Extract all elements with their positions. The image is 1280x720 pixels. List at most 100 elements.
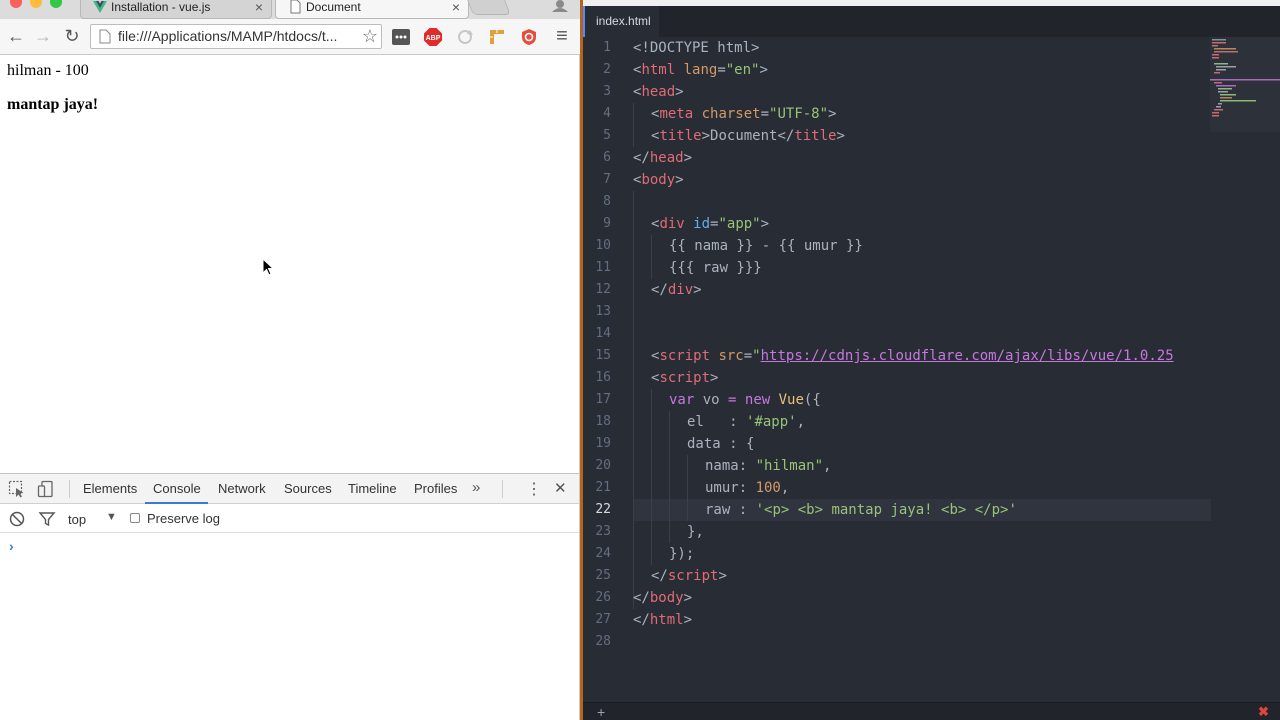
code-line: }, — [687, 521, 704, 543]
number-token: 100 — [755, 480, 781, 496]
text-token: Document — [710, 128, 778, 144]
code-line: </div> — [651, 279, 702, 301]
indent-guide — [651, 235, 652, 279]
code-line: }); — [669, 543, 694, 565]
punct-token: : — [730, 502, 756, 518]
code-area[interactable]: <!DOCTYPE html> <html lang="en"> <head> … — [633, 37, 1211, 702]
tab-sources[interactable]: Sources — [284, 481, 332, 496]
string-token: "app" — [718, 216, 761, 232]
close-tab-icon[interactable]: × — [255, 0, 263, 14]
tag-token: head — [649, 150, 684, 166]
tag-token: meta — [659, 106, 694, 122]
string-token: "en" — [725, 62, 760, 78]
sync-extension-icon[interactable] — [456, 28, 474, 46]
punct-token: </ — [633, 590, 650, 606]
new-tab-button[interactable] — [467, 0, 511, 15]
indent-guide — [633, 191, 634, 609]
tab-installation-vuejs[interactable]: Installation - vue.js × — [80, 0, 272, 19]
devtools-tab-bar: Elements Console Network Sources Timelin… — [0, 474, 579, 504]
line-number: 18 — [595, 414, 611, 429]
code-line: <div id="app"> — [651, 213, 769, 235]
code-line: {{{ raw }}} — [669, 257, 762, 279]
identifier-token: vo — [694, 392, 729, 408]
line-number: 26 — [595, 590, 611, 605]
browser-menu-icon[interactable]: ≡ — [552, 26, 572, 46]
more-tabs-icon[interactable]: » — [472, 479, 480, 496]
error-icon[interactable]: ✖ — [1258, 703, 1269, 720]
tab-console[interactable]: Console — [153, 481, 201, 496]
console-input[interactable]: › — [9, 538, 14, 554]
url-text[interactable]: file:///Applications/MAMP/htdocs/t... — [118, 25, 354, 48]
extension-more-icon[interactable] — [392, 28, 410, 46]
execution-context-select[interactable]: top — [68, 512, 86, 527]
preserve-log-checkbox[interactable] — [130, 513, 140, 523]
code-line: <script src="https://cdnjs.cloudflare.co… — [651, 345, 1174, 367]
address-bar[interactable]: file:///Applications/MAMP/htdocs/t... ☆ — [90, 24, 382, 49]
adblock-plus-icon[interactable]: ABP — [424, 28, 442, 46]
mouse-cursor-icon — [262, 258, 274, 276]
indent-guide — [651, 389, 652, 565]
tab-document[interactable]: Document × — [275, 0, 469, 19]
tab-strip: Installation - vue.js × Document × — [0, 0, 580, 19]
forward-button[interactable]: → — [33, 26, 53, 46]
attr-token: src — [710, 348, 744, 364]
bookmark-star-icon[interactable]: ☆ — [362, 26, 378, 46]
code-editor: index.html 1 2 3 4 5 6 7 8 9 10 11 12 13… — [580, 0, 1280, 720]
tab-title: Document — [306, 0, 361, 14]
browser-toolbar: ← → ↻ file:///Applications/MAMP/htdocs/t… — [0, 19, 580, 55]
code-line: <meta charset="UTF-8"> — [651, 103, 836, 125]
punct-token: > — [683, 590, 693, 606]
punct-token: }); — [669, 546, 695, 562]
code-line: var vo = new Vue({ — [669, 389, 821, 411]
code-line: <head> — [633, 81, 684, 103]
ruler-extension-icon[interactable] — [488, 28, 506, 46]
browser-window: Installation - vue.js × Document × ← → ↻… — [0, 0, 580, 720]
line-number: 10 — [595, 238, 611, 253]
tag-token: html — [649, 612, 684, 628]
class-token: Vue — [778, 392, 804, 408]
maximize-window-button[interactable] — [50, 0, 62, 8]
clear-console-icon[interactable] — [8, 510, 26, 528]
shield-extension-icon[interactable] — [520, 28, 538, 46]
device-mode-icon[interactable] — [37, 480, 55, 498]
minimap[interactable] — [1210, 37, 1280, 132]
devtools-menu-icon[interactable]: ⋮ — [526, 479, 542, 499]
preserve-log-label: Preserve log — [147, 511, 220, 526]
reload-button[interactable]: ↻ — [62, 26, 82, 46]
punct-token: </ — [633, 150, 650, 166]
punct-token: </ — [777, 128, 795, 144]
tab-timeline[interactable]: Timeline — [348, 481, 397, 496]
line-number: 6 — [603, 150, 611, 165]
punct-token: = — [717, 62, 726, 78]
line-number: 23 — [595, 524, 611, 539]
filter-icon[interactable] — [38, 510, 56, 528]
vue-logo-icon — [93, 1, 107, 13]
close-devtools-icon[interactable]: ✕ — [554, 479, 567, 497]
file-tab-index-html[interactable]: index.html — [583, 6, 659, 37]
minimize-window-button[interactable] — [30, 0, 42, 8]
toolbar-divider — [502, 480, 503, 498]
tab-network[interactable]: Network — [218, 481, 266, 496]
line-number: 21 — [595, 480, 611, 495]
line-number: 15 — [595, 348, 611, 363]
tag-token: html — [641, 62, 676, 78]
line-number: 24 — [595, 546, 611, 561]
console-toolbar: top ▼ Preserve log — [0, 505, 579, 533]
tag-token: body — [641, 172, 676, 188]
tag-token: div — [667, 282, 694, 298]
inspect-element-icon[interactable] — [8, 480, 26, 498]
close-tab-icon[interactable]: × — [452, 0, 460, 14]
line-number: 14 — [595, 326, 611, 341]
line-number: 17 — [595, 392, 611, 407]
chevron-down-icon[interactable]: ▼ — [106, 511, 117, 523]
close-window-button[interactable] — [10, 0, 22, 8]
punct-token: , — [796, 414, 806, 430]
back-button[interactable]: ← — [6, 26, 26, 46]
profile-icon[interactable] — [545, 0, 575, 16]
attr-token: lang — [675, 62, 718, 78]
tab-profiles[interactable]: Profiles — [414, 481, 457, 496]
add-icon[interactable]: + — [597, 703, 605, 720]
url-token[interactable]: https://cdnjs.cloudflare.com/ajax/libs/v… — [761, 348, 1174, 364]
tab-elements[interactable]: Elements — [83, 481, 137, 496]
